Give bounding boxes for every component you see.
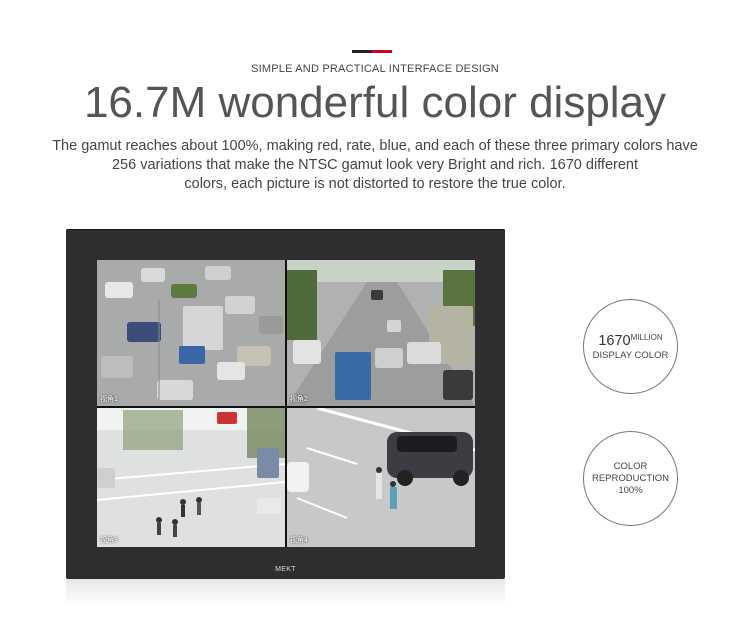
page-title: 16.7M wonderful color display [83, 78, 667, 127]
camera-label-2: 视角2 [290, 396, 308, 403]
camera-view-1: 视角1 [97, 260, 285, 406]
description-line-3: colors, each picture is not distorted to… [184, 176, 566, 192]
display-color-caption: DISPLAY COLOR [592, 349, 669, 361]
monitor-screen: 视角1 视角2 视角3 视角4 [97, 260, 475, 547]
reproduction-line-1: COLOR [613, 460, 648, 472]
accent-divider-dark [352, 50, 372, 53]
display-color-unit: MILLION [630, 332, 663, 342]
reproduction-line-2: REPRODUCTION [591, 472, 670, 484]
description-line-2: 256 variations that make the NTSC gamut … [111, 157, 639, 173]
monitor-product-image: 视角1 视角2 视角3 视角4 MEKT [66, 229, 505, 579]
traffic-scene-1 [97, 260, 285, 406]
reproduction-line-3: 100% [618, 484, 643, 496]
camera-view-4: 视角4 [287, 408, 475, 547]
display-color-badge: 1670MILLION DISPLAY COLOR [583, 299, 678, 394]
camera-label-1: 视角1 [100, 396, 118, 403]
description-line-1: The gamut reaches about 100%, making red… [52, 138, 698, 154]
traffic-scene-2 [287, 260, 475, 406]
traffic-scene-4 [287, 408, 475, 547]
display-color-number: 1670 [598, 332, 631, 349]
section-description: The gamut reaches about 100%, making red… [30, 137, 720, 194]
traffic-scene-3 [97, 408, 285, 547]
color-reproduction-badge: COLOR REPRODUCTION 100% [583, 431, 678, 526]
section-eyebrow: SIMPLE AND PRACTICAL INTERFACE DESIGN [251, 63, 499, 75]
camera-view-2: 视角2 [287, 260, 475, 406]
camera-view-3: 视角3 [97, 408, 285, 547]
accent-divider [352, 50, 392, 53]
camera-label-3: 视角3 [100, 537, 118, 544]
monitor-brand-logo: MEKT [275, 566, 296, 573]
display-color-value: 1670MILLION [598, 332, 662, 350]
monitor-reflection [66, 579, 505, 605]
accent-divider-red [372, 50, 392, 53]
camera-label-4: 视角4 [290, 537, 308, 544]
